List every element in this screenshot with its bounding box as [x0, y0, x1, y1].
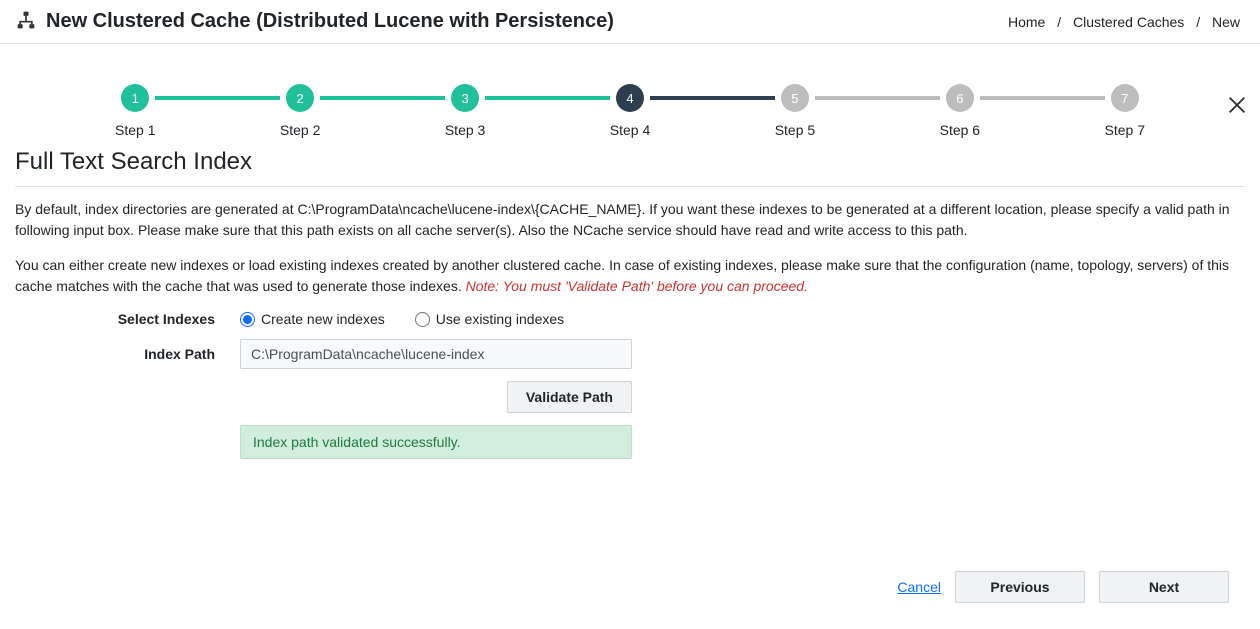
step-circle: 4	[616, 84, 644, 112]
step-label: Step 5	[775, 122, 815, 138]
step-4[interactable]: 4 Step 4	[610, 84, 650, 138]
step-label: Step 7	[1105, 122, 1145, 138]
description-2: You can either create new indexes or loa…	[15, 255, 1245, 297]
description-1: By default, index directories are genera…	[15, 199, 1245, 241]
step-1[interactable]: 1 Step 1	[115, 84, 155, 138]
form-row-index-path: Index Path	[15, 339, 1245, 369]
step-label: Step 1	[115, 122, 155, 138]
sitemap-icon	[16, 10, 36, 33]
radio-use-existing-label: Use existing indexes	[436, 311, 564, 327]
step-3[interactable]: 3 Step 3	[445, 84, 485, 138]
step-label: Step 4	[610, 122, 650, 138]
step-2[interactable]: 2 Step 2	[280, 84, 320, 138]
label-index-path: Index Path	[15, 346, 240, 362]
index-path-input[interactable]	[240, 339, 632, 369]
step-5[interactable]: 5 Step 5	[775, 84, 815, 138]
step-line	[650, 96, 774, 100]
step-line	[485, 96, 609, 100]
previous-button[interactable]: Previous	[955, 571, 1085, 603]
step-circle: 3	[451, 84, 479, 112]
divider	[15, 186, 1245, 187]
breadcrumb-item-home[interactable]: Home	[1008, 14, 1045, 30]
step-circle: 5	[781, 84, 809, 112]
label-select-indexes: Select Indexes	[15, 311, 240, 327]
content: 1 Step 1 2 Step 2 3 Step 3 4 Step 4 5 St…	[0, 84, 1260, 629]
wizard-footer: Cancel Previous Next	[15, 559, 1245, 619]
cancel-link[interactable]: Cancel	[897, 579, 941, 595]
success-message: Index path validated successfully.	[240, 425, 632, 459]
form-row-select-indexes: Select Indexes Create new indexes Use ex…	[15, 311, 1245, 327]
page-title: New Clustered Cache (Distributed Lucene …	[46, 10, 614, 33]
step-line	[155, 96, 279, 100]
step-label: Step 6	[940, 122, 980, 138]
step-circle: 6	[946, 84, 974, 112]
breadcrumb-item-new: New	[1212, 14, 1240, 30]
form-row-success: Index path validated successfully.	[15, 425, 1245, 459]
next-button[interactable]: Next	[1099, 571, 1229, 603]
step-circle: 1	[121, 84, 149, 112]
breadcrumb: Home / Clustered Caches / New	[1004, 14, 1244, 30]
step-circle: 7	[1111, 84, 1139, 112]
stepper: 1 Step 1 2 Step 2 3 Step 3 4 Step 4 5 St…	[115, 84, 1145, 138]
step-line	[320, 96, 444, 100]
step-line	[980, 96, 1104, 100]
radio-use-existing-input[interactable]	[415, 312, 430, 327]
radio-use-existing[interactable]: Use existing indexes	[415, 311, 564, 327]
validate-path-button[interactable]: Validate Path	[507, 381, 632, 413]
section-title: Full Text Search Index	[15, 148, 1245, 176]
step-line	[815, 96, 939, 100]
page-header: New Clustered Cache (Distributed Lucene …	[0, 0, 1260, 44]
step-circle: 2	[286, 84, 314, 112]
step-label: Step 3	[445, 122, 485, 138]
radio-create-new-input[interactable]	[240, 312, 255, 327]
breadcrumb-item-clustered-caches[interactable]: Clustered Caches	[1073, 14, 1184, 30]
step-7[interactable]: 7 Step 7	[1105, 84, 1145, 138]
step-label: Step 2	[280, 122, 320, 138]
radio-create-new-label: Create new indexes	[261, 311, 385, 327]
radio-group-indexes: Create new indexes Use existing indexes	[240, 311, 632, 327]
step-6[interactable]: 6 Step 6	[940, 84, 980, 138]
close-button[interactable]	[1226, 94, 1248, 119]
radio-create-new[interactable]: Create new indexes	[240, 311, 385, 327]
note-text: Note: You must 'Validate Path' before yo…	[466, 278, 808, 294]
form-row-validate: Validate Path	[15, 381, 1245, 413]
page-header-left: New Clustered Cache (Distributed Lucene …	[16, 10, 614, 33]
